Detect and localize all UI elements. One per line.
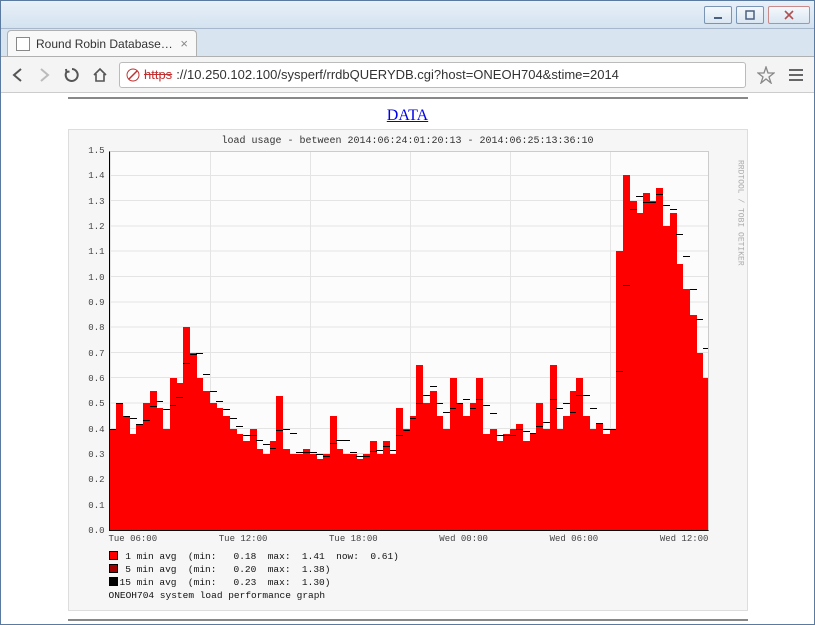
forward-button[interactable] — [35, 66, 53, 84]
address-bar[interactable]: https ://10.250.102.100/sysperf/rrdbQUERY… — [119, 62, 746, 88]
page-body: DATA load usage - between 2014:06:24:01:… — [68, 97, 748, 621]
browser-tabstrip: Round Robin Database Qu × — [1, 29, 814, 57]
chart-legend: 1 min avg (min: 0.18 max: 1.41 now: 0.61… — [109, 550, 741, 602]
chart-y-axis: 1.51.41.31.21.11.00.90.80.70.60.50.40.30… — [75, 151, 109, 531]
tab-title: Round Robin Database Qu — [36, 37, 174, 51]
data-link[interactable]: DATA — [68, 107, 748, 125]
close-icon — [784, 10, 794, 20]
hamburger-icon — [787, 66, 805, 84]
legend-swatch-5min — [109, 564, 118, 573]
back-button[interactable] — [9, 66, 27, 84]
chart-title: load usage - between 2014:06:24:01:20:13… — [75, 136, 741, 147]
window-maximize-button[interactable] — [736, 6, 764, 24]
tab-close-icon[interactable]: × — [180, 36, 188, 51]
reload-button[interactable] — [63, 66, 81, 84]
browser-toolbar: https ://10.250.102.100/sysperf/rrdbQUERY… — [1, 57, 814, 93]
page-favicon-icon — [16, 37, 30, 51]
ssl-warning-icon — [126, 68, 140, 82]
legend-line-3: 15 min avg (min: 0.23 max: 1.30) — [120, 577, 331, 588]
legend-swatch-1min — [109, 551, 118, 560]
reload-icon — [64, 67, 80, 83]
url-scheme: https — [144, 67, 172, 82]
window-close-button[interactable] — [768, 6, 810, 24]
rrd-chart: load usage - between 2014:06:24:01:20:13… — [68, 129, 748, 611]
chart-x-axis: Tue 06:00Tue 12:00Tue 18:00Wed 00:00Wed … — [109, 534, 709, 544]
legend-line-1: 1 min avg (min: 0.18 max: 1.41 now: 0.61… — [120, 551, 399, 562]
window-titlebar — [1, 1, 814, 29]
menu-button[interactable] — [786, 65, 806, 85]
home-icon — [92, 67, 108, 83]
horizontal-rule-top — [68, 97, 748, 99]
legend-line-2: 5 min avg (min: 0.20 max: 1.38) — [120, 564, 331, 575]
home-button[interactable] — [91, 66, 109, 84]
arrow-right-icon — [36, 67, 52, 83]
horizontal-rule-bottom — [68, 619, 748, 621]
bookmark-button[interactable] — [756, 65, 776, 85]
maximize-icon — [745, 10, 755, 20]
arrow-left-icon — [10, 67, 26, 83]
minimize-icon — [713, 10, 723, 20]
browser-tab[interactable]: Round Robin Database Qu × — [7, 30, 197, 56]
legend-footer: ONEOH704 system load performance graph — [109, 590, 326, 601]
rrdtool-watermark: RRDTOOL / TOBI OETIKER — [736, 160, 745, 266]
url-text: ://10.250.102.100/sysperf/rrdbQUERYDB.cg… — [176, 67, 619, 82]
page-viewport[interactable]: DATA load usage - between 2014:06:24:01:… — [1, 93, 814, 624]
window-minimize-button[interactable] — [704, 6, 732, 24]
legend-swatch-15min — [109, 577, 118, 586]
chart-plot-area: ▶ — [109, 151, 709, 531]
star-icon — [757, 66, 775, 84]
